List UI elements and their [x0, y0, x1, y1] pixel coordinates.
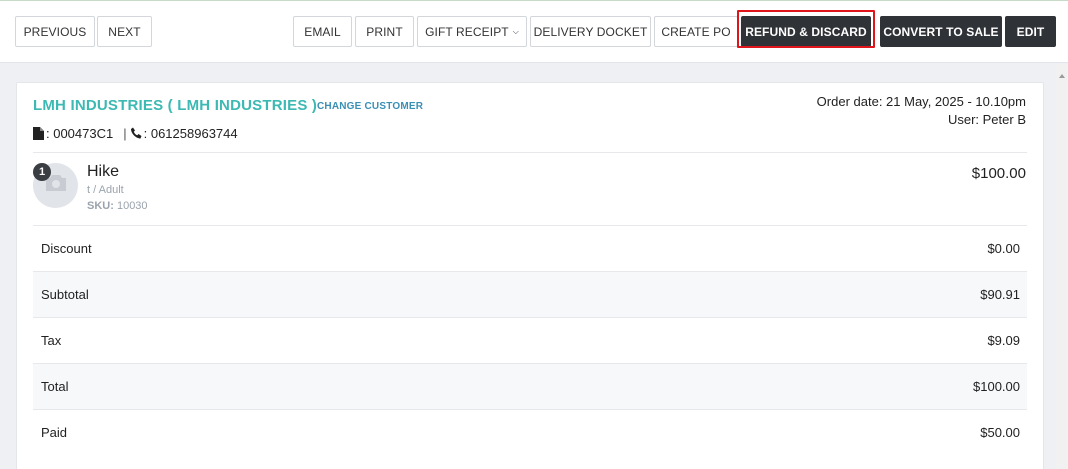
order-card: LMH INDUSTRIES ( LMH INDUSTRIES ) CHANGE… — [16, 82, 1044, 469]
header-divider — [33, 152, 1027, 153]
totals-label: Tax — [41, 333, 62, 348]
document-icon — [33, 127, 44, 140]
totals-row-total: Total $100.00 — [33, 363, 1027, 409]
totals-row-tax: Tax $9.09 — [33, 317, 1027, 363]
gift-receipt-button[interactable]: GIFT RECEIPT ⌵ — [417, 16, 527, 47]
totals-label: Total — [41, 379, 69, 394]
totals-value: $0.00 — [987, 241, 1020, 256]
scroll-up-arrow-icon[interactable] — [1059, 74, 1065, 78]
totals-row-subtotal: Subtotal $90.91 — [33, 271, 1027, 317]
gift-receipt-label: GIFT RECEIPT — [425, 24, 509, 39]
totals-label: Subtotal — [41, 287, 89, 302]
totals-value: $100.00 — [973, 379, 1020, 394]
totals-row-discount: Discount $0.00 — [33, 225, 1027, 271]
totals-label: Discount — [41, 241, 92, 256]
totals-label: Paid — [41, 425, 68, 440]
phone-icon — [130, 127, 142, 140]
vertical-scrollbar[interactable] — [1056, 64, 1068, 469]
delivery-docket-button[interactable]: DELIVERY DOCKET — [530, 16, 651, 47]
next-button[interactable]: NEXT — [97, 16, 152, 47]
totals-value: $9.09 — [987, 333, 1020, 348]
item-variant: t / Adult — [87, 184, 124, 196]
phone-number: : 061258963744 — [143, 126, 238, 141]
meta-separator: | — [123, 126, 127, 141]
convert-to-sale-button[interactable]: CONVERT TO SALE — [880, 16, 1002, 47]
order-info: Order date: 21 May, 2025 - 10.10pm User:… — [817, 93, 1026, 129]
item-sku: SKU: 10030 — [87, 200, 148, 212]
customer-meta: : 000473C1 | : 061258963744 — [33, 126, 238, 141]
totals-row-paid: Paid $50.00 — [33, 409, 1027, 455]
customer-name[interactable]: LMH INDUSTRIES ( LMH INDUSTRIES ) — [33, 97, 317, 114]
email-button[interactable]: EMAIL — [293, 16, 352, 47]
sku-value: 10030 — [116, 200, 148, 212]
refund-discard-button[interactable]: REFUND & DISCARD — [741, 16, 871, 47]
print-button[interactable]: PRINT — [355, 16, 414, 47]
previous-button[interactable]: PREVIOUS — [15, 16, 95, 47]
quantity-badge: 1 — [33, 163, 51, 181]
item-name: Hike — [87, 163, 120, 180]
totals-value: $50.00 — [980, 425, 1020, 440]
toolbar: PREVIOUS NEXT EMAIL PRINT GIFT RECEIPT ⌵… — [0, 1, 1068, 63]
item-price: $100.00 — [971, 165, 1026, 182]
create-po-button[interactable]: CREATE PO — [654, 16, 738, 47]
totals-value: $90.91 — [980, 287, 1020, 302]
sku-label: SKU: — [87, 200, 114, 212]
order-date: Order date: 21 May, 2025 - 10.10pm — [816, 94, 1026, 109]
totals-table: Discount $0.00 Subtotal $90.91 Tax $9.09… — [33, 225, 1027, 455]
change-customer-link[interactable]: CHANGE CUSTOMER — [317, 101, 423, 112]
order-user: User: Peter B — [947, 112, 1026, 127]
chevron-down-icon: ⌵ — [512, 27, 519, 36]
document-number: : 000473C1 — [46, 126, 114, 141]
edit-button[interactable]: EDIT — [1005, 16, 1056, 47]
